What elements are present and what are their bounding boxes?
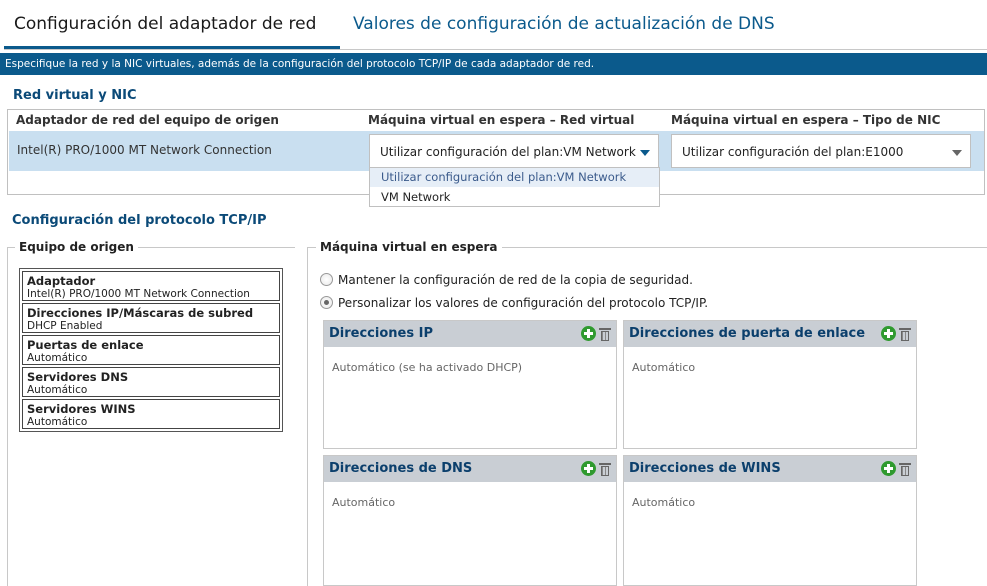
item-title: Adaptador — [27, 274, 96, 288]
trash-icon[interactable] — [899, 461, 911, 477]
nic-type-select[interactable]: Utilizar configuración del plan:E1000 — [671, 134, 971, 168]
source-adapter-name: Intel(R) PRO/1000 MT Network Connection — [17, 143, 272, 157]
panel-body-text: Automático — [632, 361, 696, 374]
tcpip-section-title: Configuración del protocolo TCP/IP — [12, 213, 267, 228]
item-value: Automático — [27, 384, 88, 396]
panel-body-text: Automático — [332, 496, 396, 509]
tab-dns-update-config[interactable]: Valores de configuración de actualizació… — [353, 14, 775, 34]
trash-icon[interactable] — [599, 326, 611, 342]
panel-header: Direcciones IP — [324, 321, 616, 347]
radio-customize-tcpip[interactable] — [320, 296, 333, 309]
radio-customize-tcpip-label[interactable]: Personalizar los valores de configuració… — [338, 296, 708, 310]
trash-icon[interactable] — [599, 461, 611, 477]
info-banner: Especifique la red y la NIC virtuales, a… — [0, 53, 987, 75]
gateway-addresses-panel: Direcciones de puerta de enlace Automáti… — [623, 320, 917, 449]
item-value: DHCP Enabled — [27, 320, 103, 332]
panel-body-text: Automático — [632, 496, 696, 509]
header-virtual-network: Máquina virtual en espera – Red virtual — [368, 113, 635, 127]
list-item: Adaptador Intel(R) PRO/1000 MT Network C… — [22, 271, 280, 301]
nic-section-title: Red virtual y NIC — [13, 88, 137, 103]
source-machine-label: Equipo de origen — [15, 240, 138, 254]
virtual-network-value: Utilizar configuración del plan:VM Netwo… — [380, 145, 636, 159]
item-value: Intel(R) PRO/1000 MT Network Connection — [27, 288, 250, 300]
header-nic-type: Máquina virtual en espera – Tipo de NIC — [671, 113, 941, 127]
panel-header: Direcciones de DNS — [324, 456, 616, 482]
list-item: Direcciones IP/Máscaras de subred DHCP E… — [22, 303, 280, 333]
nic-type-value: Utilizar configuración del plan:E1000 — [682, 145, 904, 159]
trash-icon[interactable] — [899, 326, 911, 342]
item-title: Direcciones IP/Máscaras de subred — [27, 306, 254, 320]
virtual-network-options: Utilizar configuración del plan:VM Netwo… — [369, 167, 660, 207]
panel-title: Direcciones de puerta de enlace — [629, 326, 866, 341]
item-title: Servidores DNS — [27, 370, 129, 384]
tab-divider — [4, 49, 987, 50]
panel-header: Direcciones de WINS — [624, 456, 916, 482]
panel-title: Direcciones IP — [329, 326, 433, 341]
add-icon[interactable] — [581, 326, 596, 341]
panel-body-text: Automático (se ha activado DHCP) — [332, 361, 523, 374]
virtual-network-select[interactable]: Utilizar configuración del plan:VM Netwo… — [369, 134, 659, 168]
tab-network-adapter-config[interactable]: Configuración del adaptador de red — [14, 14, 316, 34]
panel-title: Direcciones de WINS — [629, 461, 781, 476]
list-item: Servidores DNS Automático — [22, 367, 280, 397]
option-use-plan-vm-network[interactable]: Utilizar configuración del plan:VM Netwo… — [370, 168, 659, 187]
add-icon[interactable] — [881, 326, 896, 341]
standby-vm-label: Máquina virtual en espera — [316, 240, 502, 254]
add-icon[interactable] — [881, 461, 896, 476]
ip-addresses-panel: Direcciones IP Automático (se ha activad… — [323, 320, 617, 449]
radio-keep-backup-config[interactable] — [320, 273, 333, 286]
list-item: Puertas de enlace Automático — [22, 335, 280, 365]
header-source-adapter: Adaptador de red del equipo de origen — [16, 113, 279, 127]
source-settings-list: Adaptador Intel(R) PRO/1000 MT Network C… — [19, 268, 283, 432]
dns-addresses-panel: Direcciones de DNS Automático — [323, 455, 617, 586]
option-vm-network[interactable]: VM Network — [370, 188, 659, 207]
chevron-down-icon[interactable] — [640, 150, 650, 156]
panel-header: Direcciones de puerta de enlace — [624, 321, 916, 347]
item-value: Automático — [27, 352, 88, 364]
item-value: Automático — [27, 416, 88, 428]
list-item: Servidores WINS Automático — [22, 399, 280, 429]
radio-keep-backup-config-label[interactable]: Mantener la configuración de red de la c… — [338, 273, 693, 287]
wins-addresses-panel: Direcciones de WINS Automático — [623, 455, 917, 586]
chevron-down-icon[interactable] — [952, 150, 962, 156]
item-title: Puertas de enlace — [27, 338, 144, 352]
add-icon[interactable] — [581, 461, 596, 476]
item-title: Servidores WINS — [27, 402, 136, 416]
panel-title: Direcciones de DNS — [329, 461, 473, 476]
